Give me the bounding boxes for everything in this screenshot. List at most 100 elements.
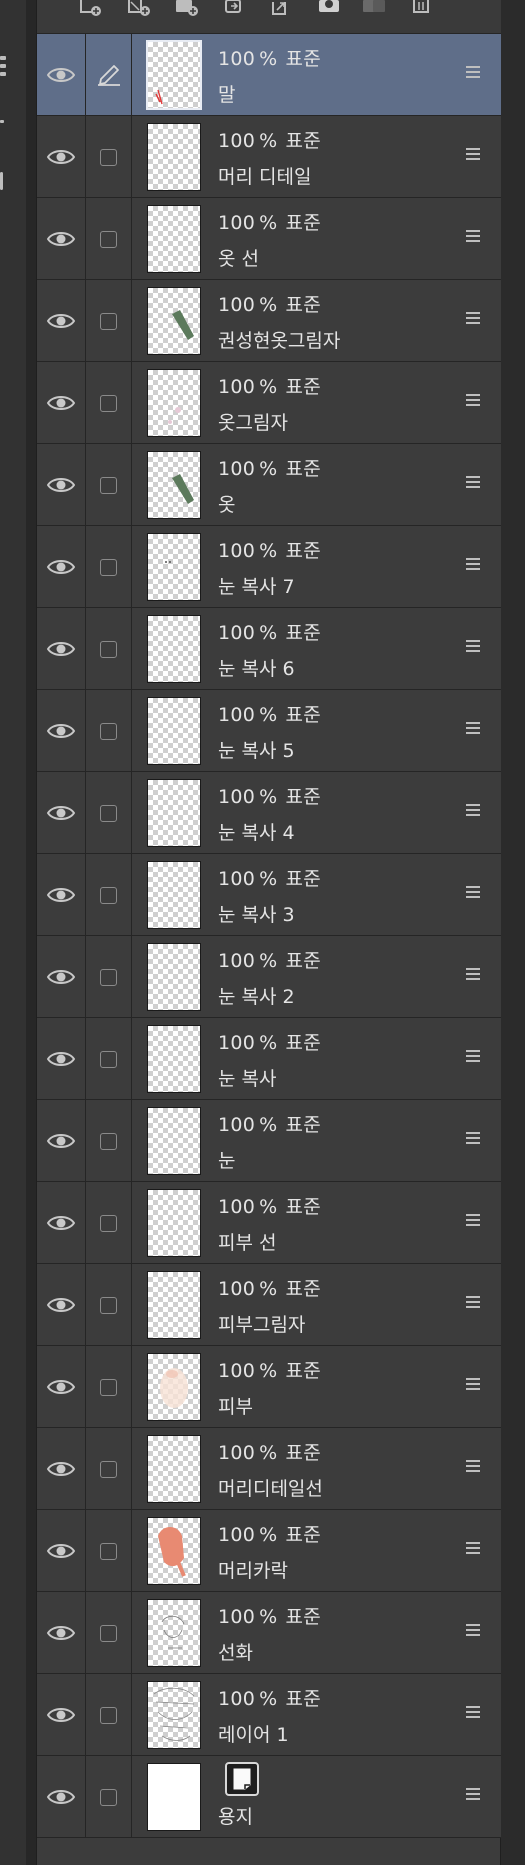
drag-handle-icon[interactable] — [466, 1132, 480, 1145]
visibility-eye-icon[interactable] — [37, 280, 86, 362]
checkbox-box[interactable] — [100, 1214, 117, 1232]
layer-select-checkbox[interactable] — [86, 526, 132, 608]
drag-handle-icon[interactable] — [466, 722, 480, 735]
layer-select-checkbox[interactable] — [86, 444, 132, 526]
checkbox-box[interactable] — [100, 804, 117, 822]
layer-select-checkbox[interactable] — [86, 1264, 132, 1346]
drag-handle-icon[interactable] — [466, 640, 480, 653]
checkbox-box[interactable] — [100, 1132, 117, 1150]
checkbox-box[interactable] — [100, 640, 117, 658]
layer-row[interactable]: 100% 표준 피부 선 — [37, 1182, 502, 1264]
new-vector-layer-icon[interactable] — [127, 0, 151, 16]
visibility-eye-icon[interactable] — [37, 526, 86, 608]
merge-down-icon[interactable] — [269, 0, 293, 16]
layer-select-checkbox[interactable] — [86, 854, 132, 936]
visibility-eye-icon[interactable] — [37, 1018, 86, 1100]
drag-handle-icon[interactable] — [466, 230, 480, 243]
layer-select-checkbox[interactable] — [86, 1100, 132, 1182]
visibility-eye-icon[interactable] — [37, 198, 86, 280]
layer-row[interactable]: 100% 표준 피부 — [37, 1346, 502, 1428]
visibility-eye-icon[interactable] — [37, 1346, 86, 1428]
layer-select-checkbox[interactable] — [86, 772, 132, 854]
layer-row[interactable]: 100% 표준 권성현옷그림자 — [37, 280, 502, 362]
layer-row[interactable]: 100% 표준 눈 복사 5 — [37, 690, 502, 772]
layer-select-checkbox[interactable] — [86, 1018, 132, 1100]
layer-row[interactable]: 100% 표준 눈 복사 6 — [37, 608, 502, 690]
layer-row[interactable]: 100% 표준 눈 복사 7 — [37, 526, 502, 608]
layer-select-checkbox[interactable] — [86, 1428, 132, 1510]
checkbox-box[interactable] — [100, 148, 117, 166]
layer-row[interactable]: 100% 표준 머리 디테일 — [37, 116, 502, 198]
drag-handle-icon[interactable] — [466, 558, 480, 571]
checkbox-box[interactable] — [100, 886, 117, 904]
layer-row[interactable]: 100% 표준 옷 — [37, 444, 502, 526]
layer-row[interactable]: 100% 표준 눈 복사 3 — [37, 854, 502, 936]
checkbox-box[interactable] — [100, 722, 117, 740]
drag-handle-icon[interactable] — [466, 1050, 480, 1063]
layer-row[interactable]: 100% 표준 눈 복사 — [37, 1018, 502, 1100]
layer-row[interactable]: 100% 표준 눈 — [37, 1100, 502, 1182]
checkbox-box[interactable] — [100, 394, 117, 412]
checkbox-box[interactable] — [100, 1624, 117, 1642]
checkbox-box[interactable] — [100, 1378, 117, 1396]
delete-layer-icon[interactable] — [409, 0, 433, 16]
edit-target-pen-icon[interactable] — [86, 34, 132, 116]
checkbox-box[interactable] — [100, 476, 117, 494]
drag-handle-icon[interactable] — [466, 312, 480, 325]
visibility-eye-icon[interactable] — [37, 1264, 86, 1346]
layer-row[interactable]: 100% 표준 머리디테일선 — [37, 1428, 502, 1510]
layer-row[interactable]: 100% 표준 눈 복사 4 — [37, 772, 502, 854]
drag-handle-icon[interactable] — [466, 148, 480, 161]
drag-handle-icon[interactable] — [466, 1214, 480, 1227]
drag-handle-icon[interactable] — [466, 804, 480, 817]
checkbox-box[interactable] — [100, 558, 117, 576]
visibility-eye-icon[interactable] — [37, 608, 86, 690]
visibility-eye-icon[interactable] — [37, 690, 86, 772]
drag-handle-icon[interactable] — [466, 1378, 480, 1391]
layer-select-checkbox[interactable] — [86, 116, 132, 198]
layer-row[interactable]: 100% 표준 옷 선 — [37, 198, 502, 280]
layer-select-checkbox[interactable] — [86, 198, 132, 280]
layer-select-checkbox[interactable] — [86, 1346, 132, 1428]
visibility-eye-icon[interactable] — [37, 936, 86, 1018]
layer-select-checkbox[interactable] — [86, 608, 132, 690]
visibility-eye-icon[interactable] — [37, 1100, 86, 1182]
layer-row[interactable]: 100% 표준 선화 — [37, 1592, 502, 1674]
drag-handle-icon[interactable] — [466, 1788, 480, 1801]
drag-handle-icon[interactable] — [466, 1706, 480, 1719]
drag-handle-icon[interactable] — [466, 394, 480, 407]
checkbox-box[interactable] — [100, 1460, 117, 1478]
checkbox-box[interactable] — [100, 230, 117, 248]
checkbox-box[interactable] — [100, 1542, 117, 1560]
checkbox-box[interactable] — [100, 1296, 117, 1314]
drag-handle-icon[interactable] — [466, 886, 480, 899]
drag-handle-icon[interactable] — [466, 1542, 480, 1555]
new-folder-icon[interactable] — [175, 0, 199, 16]
visibility-eye-icon[interactable] — [37, 444, 86, 526]
visibility-eye-icon[interactable] — [37, 854, 86, 936]
transfer-layer-icon[interactable] — [223, 0, 247, 16]
apply-mask-icon[interactable] — [363, 0, 387, 16]
visibility-eye-icon[interactable] — [37, 34, 86, 116]
layer-select-checkbox[interactable] — [86, 1510, 132, 1592]
checkbox-box[interactable] — [100, 1050, 117, 1068]
layer-select-checkbox[interactable] — [86, 690, 132, 772]
new-raster-layer-icon[interactable] — [79, 0, 103, 16]
layer-row[interactable]: 100% 표준 레이어 1 — [37, 1674, 502, 1756]
layer-select-checkbox[interactable] — [86, 1674, 132, 1756]
visibility-eye-icon[interactable] — [37, 772, 86, 854]
checkbox-box[interactable] — [100, 312, 117, 330]
layer-select-checkbox[interactable] — [86, 362, 132, 444]
drag-handle-icon[interactable] — [466, 1460, 480, 1473]
checkbox-box[interactable] — [100, 1706, 117, 1724]
layer-row[interactable]: 100% 표준 옷그림자 — [37, 362, 502, 444]
drag-handle-icon[interactable] — [466, 968, 480, 981]
layer-row[interactable]: 100% 표준 피부그림자 — [37, 1264, 502, 1346]
visibility-eye-icon[interactable] — [37, 1674, 86, 1756]
visibility-eye-icon[interactable] — [37, 1428, 86, 1510]
layer-select-checkbox[interactable] — [86, 1756, 132, 1838]
drag-handle-icon[interactable] — [466, 66, 480, 79]
checkbox-box[interactable] — [100, 968, 117, 986]
layer-row[interactable]: 100% 표준 말 — [37, 34, 502, 116]
layer-row[interactable]: 용지 — [37, 1756, 502, 1838]
